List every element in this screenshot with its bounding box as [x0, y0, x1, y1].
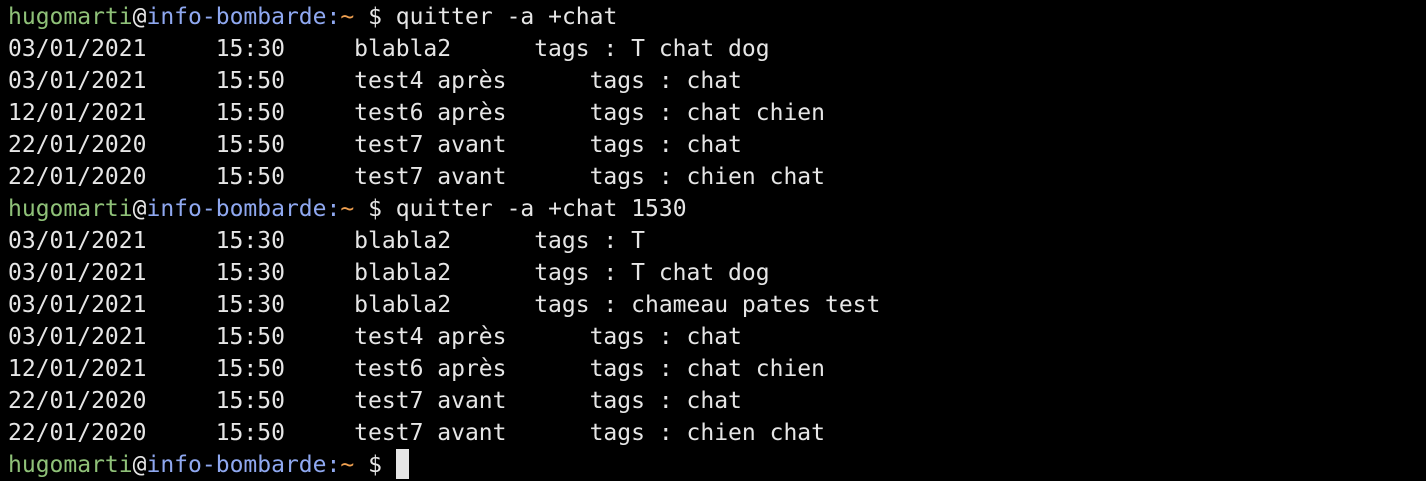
output-line: 03/01/2021 15:30 blabla2 tags : chameau …: [8, 292, 881, 318]
prompt-symbol: $: [368, 452, 382, 478]
prompt-colon: :: [326, 452, 341, 478]
text-cursor: [395, 449, 409, 479]
prompt-symbol: $: [368, 4, 382, 30]
output-line: 12/01/2021 15:50 test6 après tags : chat…: [8, 100, 825, 126]
prompt-colon: :: [326, 196, 341, 222]
prompt-host: info-bombarde: [146, 4, 327, 30]
output-line: 03/01/2021 15:30 blabla2 tags : T: [8, 228, 645, 254]
prompt-path: ~: [340, 4, 355, 30]
prompt-at: @: [132, 452, 147, 478]
output-line: 03/01/2021 15:30 blabla2 tags : T chat d…: [8, 260, 770, 286]
output-line: 03/01/2021 15:50 test4 après tags : chat: [8, 68, 742, 94]
output-line: 03/01/2021 15:30 blabla2 tags : T chat d…: [8, 36, 770, 62]
command-text: quitter -a +chat: [395, 4, 618, 30]
prompt-user: hugomarti: [8, 4, 133, 30]
output-line: 22/01/2020 15:50 test7 avant tags : chie…: [8, 420, 825, 446]
active-prompt-line[interactable]: hugomarti@info-bombarde:~ $: [8, 449, 1426, 481]
prompt-user: hugomarti: [8, 452, 133, 478]
command-text: quitter -a +chat 1530: [395, 196, 687, 222]
output-line: 12/01/2021 15:50 test6 après tags : chat…: [8, 356, 825, 382]
output-line: 03/01/2021 15:50 test4 après tags : chat: [8, 324, 742, 350]
prompt-user: hugomarti: [8, 196, 133, 222]
prompt-line: hugomarti@info-bombarde:~ $ quitter -a +…: [8, 1, 1426, 33]
output-line: 22/01/2020 15:50 test7 avant tags : chie…: [8, 164, 825, 190]
output-line: 22/01/2020 15:50 test7 avant tags : chat: [8, 132, 742, 158]
prompt-symbol: $: [368, 196, 382, 222]
prompt-at: @: [132, 196, 147, 222]
terminal-window[interactable]: hugomarti@info-bombarde:~ $ quitter -a +…: [0, 0, 1426, 480]
prompt-colon: :: [326, 4, 341, 30]
prompt-host: info-bombarde: [146, 196, 327, 222]
output-line: 22/01/2020 15:50 test7 avant tags : chat: [8, 388, 742, 414]
prompt-at: @: [132, 4, 147, 30]
prompt-path: ~: [340, 196, 355, 222]
prompt-line: hugomarti@info-bombarde:~ $ quitter -a +…: [8, 193, 1426, 225]
prompt-host: info-bombarde: [146, 452, 327, 478]
prompt-path: ~: [340, 452, 355, 478]
